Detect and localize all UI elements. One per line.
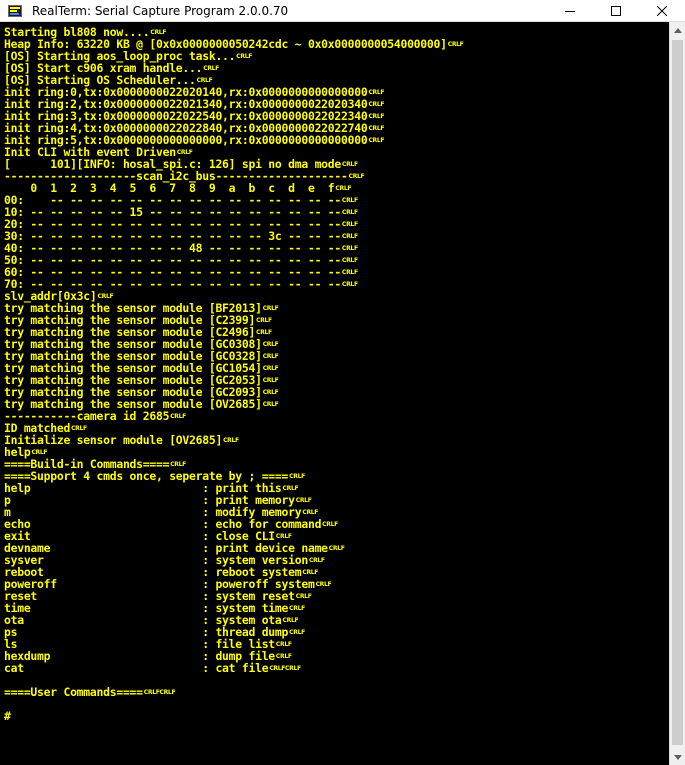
crlf-marker: CRLF [262, 353, 279, 360]
crlf-marker: CRLF [315, 581, 332, 588]
crlf-marker: CRLF [368, 101, 385, 108]
crlf-marker: CRLF [203, 65, 219, 72]
minimize-icon [565, 11, 575, 12]
crlf-marker: CRLF [342, 197, 358, 204]
crlf-marker: CRLF [262, 365, 279, 372]
crlf-marker: CRLF [368, 137, 385, 144]
scroll-up-button[interactable] [670, 22, 685, 38]
scroll-down-arrow-icon [674, 754, 682, 760]
crlf-marker: CRLF [447, 41, 464, 48]
crlf-marker: CRLF [289, 629, 305, 636]
crlf-marker: CRLF [289, 473, 305, 480]
crlf-marker: CRLF [262, 389, 279, 396]
vertical-scrollbar[interactable] [669, 22, 685, 765]
crlf-marker: CRLF [275, 641, 292, 648]
crlf-marker: CRLF [275, 653, 292, 660]
crlf-marker: CRLF [368, 89, 385, 96]
window-title: RealTerm: Serial Capture Program 2.0.0.7… [32, 4, 289, 18]
terminal-line: cat : cat file [4, 661, 269, 675]
crlf-marker: CRLF [342, 245, 358, 252]
terminal-line: Initialize sensor module [OV2685] [4, 433, 223, 447]
crlf-marker: CRLF [223, 437, 239, 444]
crlf-marker: CRLF [170, 413, 186, 420]
crlf-marker: CRLF [342, 257, 358, 264]
crlf-marker: CRLF [368, 125, 385, 132]
crlf-marker: CRLF [342, 233, 358, 240]
crlf-marker: CRLFCRLF [269, 665, 301, 672]
terminal-line: # [4, 709, 11, 723]
crlf-marker: CRLF [368, 113, 385, 120]
terminal-output[interactable]: Starting bl808 now.... CRLF Heap Info: 632… [0, 22, 669, 765]
crlf-marker: CRLF [262, 377, 279, 384]
terminal-line: ====User Commands==== [4, 685, 143, 699]
crlf-marker: CRLF [328, 545, 345, 552]
crlf-marker: CRLF [322, 521, 338, 528]
crlf-marker: CRLF [289, 605, 305, 612]
crlf-marker: CRLF [262, 401, 279, 408]
crlf-marker: CRLF [236, 53, 253, 60]
crlf-marker: CRLF [342, 269, 358, 276]
maximize-button[interactable] [593, 0, 639, 22]
crlf-marker: CRLF [262, 341, 279, 348]
crlf-marker: CRLF [342, 281, 358, 288]
crlf-marker: CRLF [342, 209, 358, 216]
crlf-marker: CRLF [342, 221, 358, 228]
crlf-marker: CRLF [348, 173, 365, 180]
title-bar[interactable]: RealTerm: Serial Capture Program 2.0.0.7… [0, 0, 685, 22]
minimize-button[interactable] [547, 0, 593, 22]
crlf-marker: CRLF [295, 593, 312, 600]
scroll-thumb[interactable] [672, 40, 683, 745]
close-button[interactable] [639, 0, 685, 22]
maximize-icon [611, 6, 621, 16]
scroll-down-button[interactable] [670, 749, 685, 765]
crlf-marker: CRLFCRLF [143, 689, 176, 696]
crlf-marker: CRLF [262, 305, 279, 312]
crlf-marker: CRLF [256, 317, 272, 324]
realterm-app-icon [8, 5, 22, 17]
scroll-up-arrow-icon [674, 27, 682, 33]
close-icon [657, 6, 667, 16]
crlf-marker: CRLF [308, 557, 325, 564]
